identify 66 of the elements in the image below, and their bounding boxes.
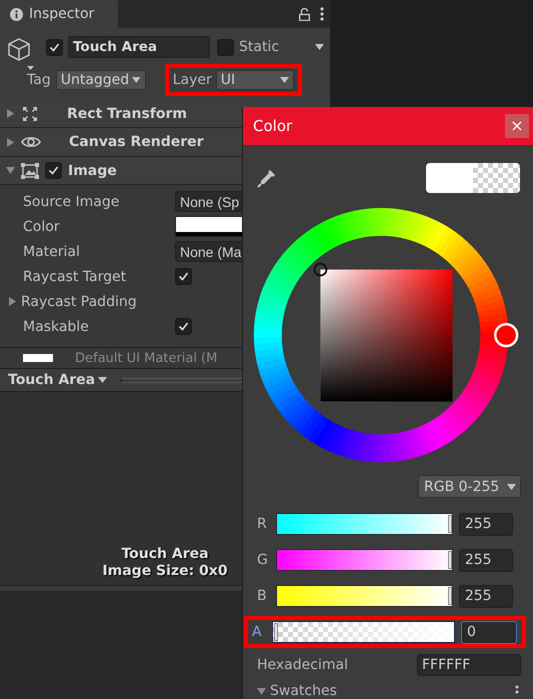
foldout-arrow-icon[interactable] [8,297,17,306]
checkbox[interactable] [46,38,63,56]
checkbox[interactable] [175,268,192,285]
eyedropper-icon[interactable] [257,168,277,188]
channel-slider[interactable] [276,513,453,535]
slider-thumb[interactable] [448,587,452,605]
rect-transform-icon [21,104,39,122]
hex-field[interactable]: FFFFFF [417,654,521,676]
checkmark-icon [178,271,189,282]
preview-caption: Touch Area [121,546,209,563]
channel-label: R [257,516,268,532]
close-button[interactable]: × [505,114,529,138]
channel-slider[interactable] [272,621,455,643]
caret-icon [132,77,141,83]
caret-icon [507,484,516,490]
channel-value-field[interactable]: 0 [461,620,517,644]
inspector-tab[interactable]: Inspector [0,0,118,28]
image-icon [21,162,39,178]
foldout-arrow-icon[interactable] [6,138,15,146]
object-name-field[interactable]: Touch Area [68,36,210,58]
channel-label: G [257,552,269,568]
property-label: Material [23,244,81,260]
eye-icon [21,135,41,149]
caret-icon [280,77,289,83]
channel-label: A [252,624,263,640]
static-checkbox[interactable] [217,38,234,56]
color-mode-dropdown[interactable]: RGB 0-255 [418,475,521,498]
checkmark-icon [49,42,60,52]
lock-icon[interactable] [299,8,310,20]
caret-icon [98,377,108,383]
channel-value-field[interactable]: 255 [458,512,513,536]
material-swatch [23,354,53,362]
preview-caption: Image Size: 0x0 [102,563,228,580]
foldout-arrow-icon[interactable] [257,686,266,696]
channel-value-field[interactable]: 255 [458,584,513,608]
foldout-arrow-icon[interactable] [6,166,15,175]
slider-thumb[interactable] [448,551,452,569]
saturation-handle[interactable] [314,262,328,276]
checkmark-icon [178,321,189,332]
channel-label: B [257,588,268,604]
checkmark-icon [48,165,59,176]
swatches-label: Swatches [270,683,337,699]
property-label: Raycast Target [23,268,128,284]
checkbox[interactable] [175,318,192,335]
channel-value-field[interactable]: 255 [458,548,513,572]
channel-slider[interactable] [276,585,453,607]
layer-label: Layer [172,72,212,88]
property-label: Source Image [23,194,120,210]
tag-label: Tag [27,72,51,88]
hue-handle[interactable] [494,322,518,348]
slider-thumb[interactable] [274,623,278,641]
foldout-arrow-icon[interactable] [6,109,15,118]
tag-dropdown[interactable]: Untagged [56,70,146,90]
channel-slider[interactable] [276,549,453,571]
checkbox[interactable] [45,162,62,179]
static-label: Static [239,39,280,55]
slider-thumb[interactable] [448,515,452,533]
layer-dropdown[interactable]: UI [216,70,294,90]
material-name: Default UI Material (M [75,350,218,366]
more-options-icon[interactable] [320,7,324,21]
static-dropdown-icon [315,44,324,50]
property-label: Maskable [23,318,90,334]
property-label: Color [23,218,61,234]
info-icon [10,8,23,20]
property-label: Raycast Padding [21,294,137,310]
hex-label: Hexadecimal [257,657,348,673]
